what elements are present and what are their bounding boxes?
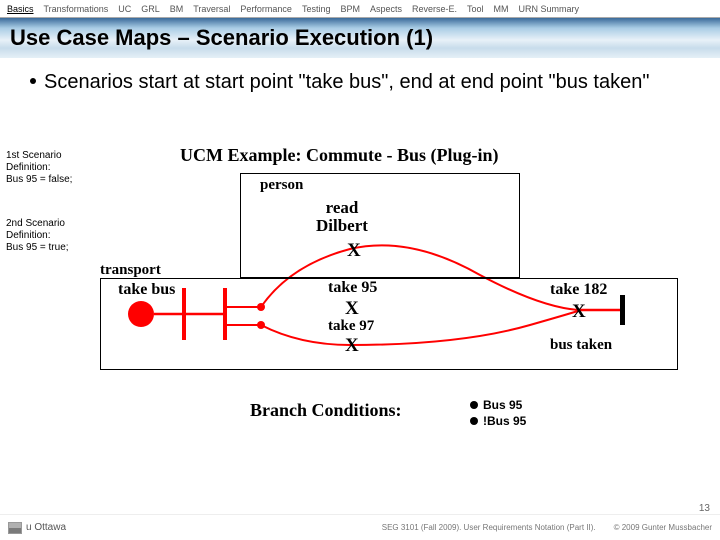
tab-uc[interactable]: UC: [113, 3, 136, 15]
branch-item: !Bus 95: [470, 413, 526, 429]
page-number: 13: [699, 503, 710, 514]
responsibility-x-icon: X: [572, 301, 586, 323]
end-point-icon: [620, 295, 625, 325]
responsibility-x-icon: X: [345, 335, 359, 357]
responsibility-x-icon: X: [347, 240, 361, 262]
footer: u Ottawa SEG 3101 (Fall 2009). User Requ…: [0, 514, 720, 540]
bullet-dot-icon: [470, 417, 478, 425]
tab-reverse-e-[interactable]: Reverse-E.: [407, 3, 462, 15]
footer-course: SEG 3101 (Fall 2009). User Requirements …: [382, 523, 596, 532]
uottawa-logo-icon: [8, 522, 22, 534]
diagram-title: UCM Example: Commute - Bus (Plug-in): [180, 145, 498, 166]
ucm-diagram: UCM Example: Commute - Bus (Plug-in) per…: [60, 145, 690, 445]
tab-performance[interactable]: Performance: [235, 3, 297, 15]
tab-basics[interactable]: Basics: [2, 3, 39, 15]
stub-bar-icon: [223, 288, 227, 340]
responsibility-x-icon: X: [345, 298, 359, 320]
fork-point-icon: [257, 321, 265, 329]
tab-bpm[interactable]: BPM: [335, 3, 365, 15]
branch-item-text: Bus 95: [483, 397, 522, 413]
tab-mm[interactable]: MM: [489, 3, 514, 15]
read-dilbert-label: read Dilbert: [316, 199, 368, 235]
take-bus-label: take bus: [118, 281, 175, 299]
transport-label: transport: [100, 262, 161, 279]
tab-urn-summary[interactable]: URN Summary: [514, 3, 585, 15]
dilbert-line: Dilbert: [316, 216, 368, 235]
tab-tool[interactable]: Tool: [462, 3, 489, 15]
content: Scenarios start at start point "take bus…: [0, 58, 720, 95]
tab-bm[interactable]: BM: [165, 3, 189, 15]
bullet-text: Scenarios start at start point "take bus…: [44, 70, 649, 95]
title-banner: Use Case Maps – Scenario Execution (1): [0, 18, 720, 58]
tab-grl[interactable]: GRL: [136, 3, 165, 15]
branch-item: Bus 95: [470, 397, 526, 413]
fork-point-icon: [257, 303, 265, 311]
branch-conditions-label: Branch Conditions:: [250, 400, 402, 421]
start-point-icon: [128, 301, 154, 327]
stub-bar-icon: [182, 288, 186, 340]
footer-copyright: © 2009 Gunter Mussbacher: [614, 523, 712, 532]
tab-aspects[interactable]: Aspects: [365, 3, 407, 15]
person-label: person: [260, 177, 303, 194]
tab-testing[interactable]: Testing: [297, 3, 336, 15]
read-line: read: [326, 198, 359, 217]
slide-title: Use Case Maps – Scenario Execution (1): [10, 25, 433, 51]
tab-transformations[interactable]: Transformations: [39, 3, 114, 15]
bullet-dot-icon: [30, 78, 36, 84]
take95-label: take 95: [328, 279, 377, 297]
bus-taken-label: bus taken: [550, 337, 612, 354]
branch-items: Bus 95 !Bus 95: [470, 397, 526, 429]
bullet-item: Scenarios start at start point "take bus…: [30, 70, 708, 95]
footer-left: u Ottawa: [8, 522, 66, 534]
bullet-dot-icon: [470, 401, 478, 409]
tab-traversal[interactable]: Traversal: [188, 3, 235, 15]
branch-item-text: !Bus 95: [483, 413, 526, 429]
take97-label: take 97: [328, 318, 374, 335]
take182-label: take 182: [550, 281, 607, 299]
uottawa-text: u Ottawa: [26, 522, 66, 533]
tabs-strip: BasicsTransformationsUCGRLBMTraversalPer…: [0, 0, 720, 18]
